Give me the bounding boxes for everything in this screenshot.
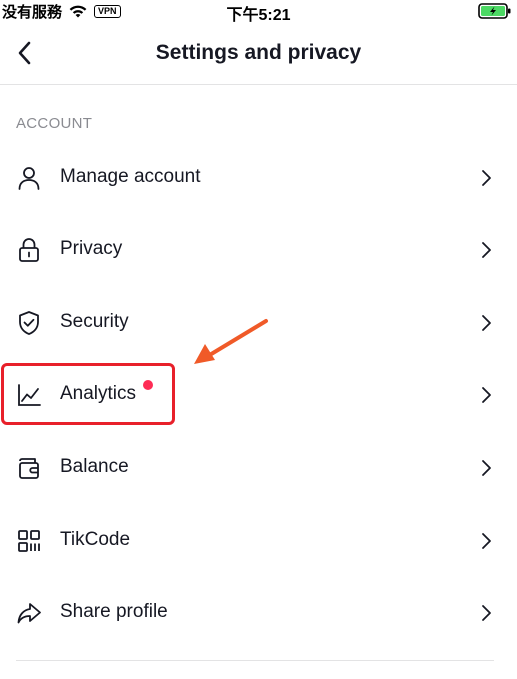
page-title: Settings and privacy [155,41,362,64]
chevron-right-icon [482,315,491,331]
menu-item-tikcode[interactable]: TikCode [0,505,517,577]
menu-item-manage-account[interactable]: Manage account [0,142,517,214]
share-icon [17,603,41,624]
settings-screen: 没有服務 VPN 下午5:21 Settings and privacy ACC… [0,0,517,679]
chevron-right-icon [482,533,491,549]
chevron-right-icon [482,242,491,258]
menu-item-label: Privacy [60,238,123,259]
chart-icon [18,384,41,406]
menu-item-label: Manage account [60,166,201,187]
navigation-header: Settings and privacy [0,22,517,85]
notification-dot [143,380,153,390]
battery-icon [478,3,511,19]
menu-item-label: Security [60,311,129,332]
menu-item-label: Analytics [60,383,137,404]
menu-item-analytics[interactable]: Analytics [0,359,517,431]
chevron-right-icon [482,387,491,403]
menu-item-share-profile[interactable]: Share profile [0,577,517,649]
wallet-icon [19,458,39,479]
menu-item-label: TikCode [60,529,131,550]
menu-item-balance[interactable]: Balance [0,432,517,504]
menu-item-label: Balance [60,456,129,477]
chevron-right-icon [482,460,491,476]
status-bar: 没有服務 VPN 下午5:21 [0,0,517,24]
chevron-right-icon [482,170,491,186]
qr-code-icon [18,530,40,552]
menu-item-label: Share profile [60,601,168,622]
lock-icon [19,238,39,262]
menu-item-security[interactable]: Security [0,287,517,359]
bottom-divider [16,660,494,661]
section-label-account: ACCOUNT [16,115,93,132]
chevron-right-icon [482,605,491,621]
menu-item-privacy[interactable]: Privacy [0,214,517,286]
shield-icon [19,311,39,335]
person-icon [18,167,40,190]
